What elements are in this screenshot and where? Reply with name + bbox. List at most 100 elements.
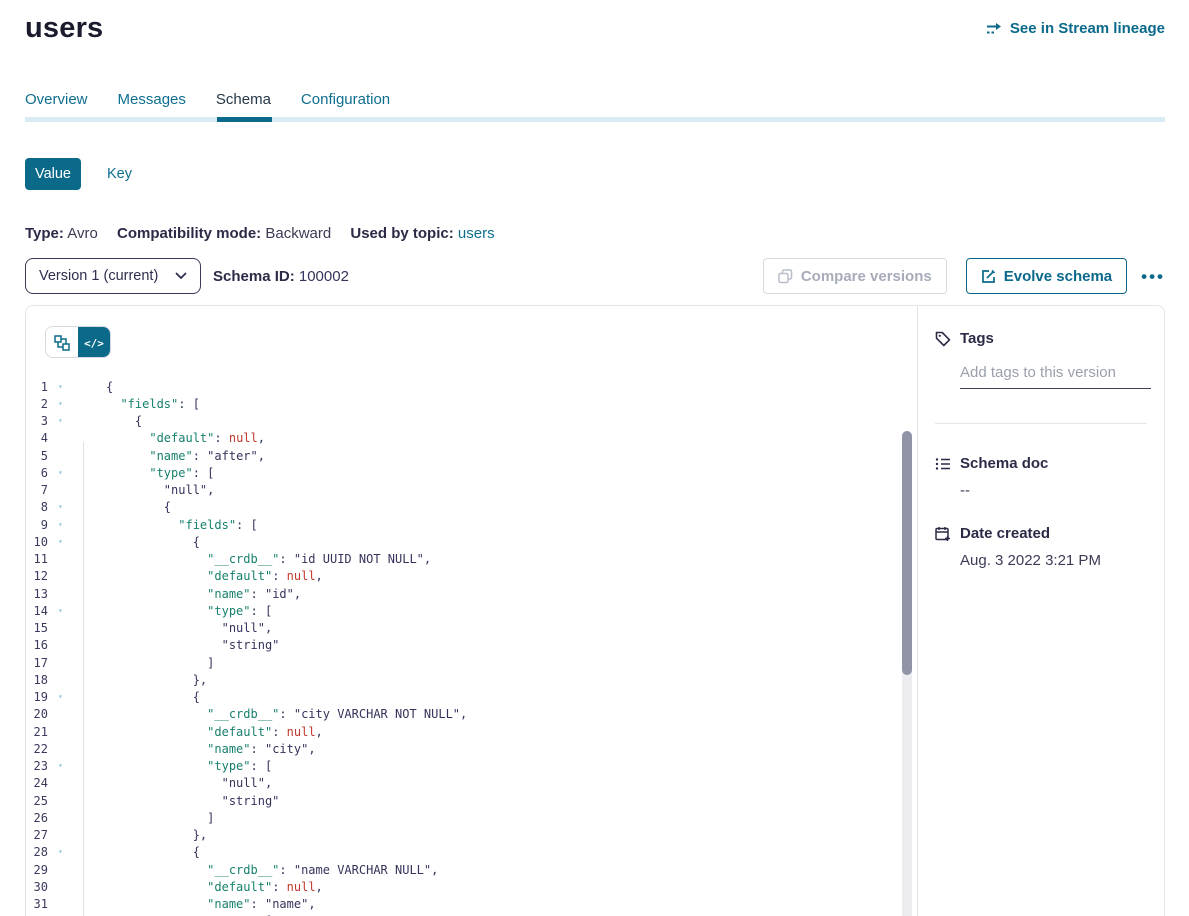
- value-tab-button[interactable]: Value: [25, 158, 81, 190]
- line-number: 26: [26, 811, 48, 825]
- code-line: 26 ]: [26, 809, 917, 826]
- tab-configuration[interactable]: Configuration: [301, 91, 390, 117]
- code-line: 17 ]: [26, 654, 917, 671]
- code-text: "null",: [83, 483, 214, 497]
- tab-messages[interactable]: Messages: [118, 91, 186, 117]
- code-line: 25 "string": [26, 792, 917, 809]
- used-by-topic-label: Used by topic:: [350, 225, 453, 242]
- topic-link[interactable]: users: [458, 225, 495, 242]
- line-number: 24: [26, 776, 48, 790]
- fold-toggle-icon[interactable]: ▾: [48, 521, 83, 529]
- list-icon: [935, 456, 951, 472]
- code-line: 1▾{: [26, 378, 917, 395]
- version-bar: Version 1 (current) Schema ID: 100002 Co…: [25, 258, 1165, 294]
- fold-toggle-icon[interactable]: ▾: [48, 762, 83, 770]
- code-line: 9▾ "fields": [: [26, 516, 917, 533]
- line-number: 4: [26, 431, 48, 445]
- tree-icon: [54, 335, 70, 351]
- code-text: "type": [: [83, 466, 214, 480]
- tab-bar: Overview Messages Schema Configuration: [25, 91, 1165, 117]
- schema-id-value: 100002: [299, 268, 349, 285]
- code-line: 28▾ {: [26, 844, 917, 861]
- tags-title: Tags: [960, 330, 994, 347]
- schema-meta-row: Type: Avro Compatibility mode: Backward …: [25, 225, 1165, 242]
- add-tags-input[interactable]: [960, 364, 1151, 389]
- line-number: 2: [26, 397, 48, 411]
- compare-icon: [778, 269, 793, 284]
- code-text: "__crdb__": "id UUID NOT NULL",: [83, 552, 431, 566]
- code-text: "fields": [: [83, 518, 258, 532]
- tab-overview[interactable]: Overview: [25, 91, 88, 117]
- version-select[interactable]: Version 1 (current): [25, 258, 201, 294]
- code-text: "null",: [83, 776, 272, 790]
- schema-id: Schema ID: 100002: [213, 268, 349, 285]
- code-text: "fields": [: [83, 397, 200, 411]
- code-line: 15 "null",: [26, 620, 917, 637]
- fold-toggle-icon[interactable]: ▾: [48, 538, 83, 546]
- tab-schema[interactable]: Schema: [216, 91, 271, 117]
- fold-toggle-icon[interactable]: ▾: [48, 383, 83, 391]
- fold-toggle-icon[interactable]: ▾: [48, 607, 83, 615]
- stream-lineage-link[interactable]: See in Stream lineage: [986, 20, 1165, 37]
- date-created-section-header: Date created: [935, 525, 1144, 542]
- code-icon: </>: [84, 337, 104, 350]
- scrollbar-thumb[interactable]: [902, 431, 912, 675]
- gutter-divider: [83, 442, 84, 916]
- line-number: 19: [26, 690, 48, 704]
- fold-toggle-icon[interactable]: ▾: [48, 400, 83, 408]
- code-view-button[interactable]: </>: [78, 327, 110, 358]
- value-key-toggle: Value Key: [25, 158, 1165, 190]
- sidebar-divider: [935, 423, 1147, 424]
- code-text: "name": "id",: [83, 587, 301, 601]
- evolve-schema-button[interactable]: Evolve schema: [966, 258, 1127, 294]
- code-text: "type": [: [83, 759, 272, 773]
- code-text: "string": [83, 638, 279, 652]
- compare-versions-button[interactable]: Compare versions: [763, 258, 947, 294]
- more-actions-button[interactable]: •••: [1141, 268, 1165, 285]
- code-text: ]: [83, 656, 214, 670]
- line-number: 1: [26, 380, 48, 394]
- line-number: 16: [26, 638, 48, 652]
- code-text: "name": "after",: [83, 449, 265, 463]
- tree-view-button[interactable]: [46, 327, 78, 358]
- schema-doc-value: --: [960, 482, 1144, 499]
- fold-toggle-icon[interactable]: ▾: [48, 693, 83, 701]
- line-number: 21: [26, 725, 48, 739]
- code-text: "default": null,: [83, 431, 265, 445]
- fold-toggle-icon[interactable]: ▾: [48, 469, 83, 477]
- fold-toggle-icon[interactable]: ▾: [48, 848, 83, 856]
- code-text: "__crdb__": "name VARCHAR NULL",: [83, 863, 438, 877]
- code-line: 27 },: [26, 827, 917, 844]
- code-text: {: [83, 845, 200, 859]
- code-line: 6▾ "type": [: [26, 464, 917, 481]
- schema-sidebar: Tags Schema doc --: [917, 306, 1164, 916]
- line-number: 22: [26, 742, 48, 756]
- fold-toggle-icon[interactable]: ▾: [48, 503, 83, 511]
- page-header: users See in Stream lineage: [25, 12, 1165, 45]
- stream-lineage-icon: [986, 22, 1003, 36]
- code-line: 29 "__crdb__": "name VARCHAR NULL",: [26, 861, 917, 878]
- tab-underline-track: [25, 117, 1165, 122]
- code-text: {: [83, 690, 200, 704]
- line-number: 9: [26, 518, 48, 532]
- code-text: "name": "city",: [83, 742, 316, 756]
- key-tab-button[interactable]: Key: [107, 166, 132, 182]
- code-line: 8▾ {: [26, 499, 917, 516]
- line-number: 17: [26, 656, 48, 670]
- compatibility-value: Backward: [265, 225, 331, 242]
- line-number: 29: [26, 863, 48, 877]
- schema-doc-section-header: Schema doc: [935, 455, 1144, 472]
- date-created-value: Aug. 3 2022 3:21 PM: [960, 552, 1144, 569]
- code-line: 5 "name": "after",: [26, 447, 917, 464]
- line-number: 5: [26, 449, 48, 463]
- scrollbar-track[interactable]: [902, 431, 912, 916]
- fold-toggle-icon[interactable]: ▾: [48, 417, 83, 425]
- code-line: 19▾ {: [26, 689, 917, 706]
- code-text: "default": null,: [83, 569, 323, 583]
- code-text: },: [83, 828, 207, 842]
- code-text: {: [83, 535, 200, 549]
- code-line: 22 "name": "city",: [26, 740, 917, 757]
- code-text: {: [83, 414, 142, 428]
- line-number: 6: [26, 466, 48, 480]
- schema-doc-title: Schema doc: [960, 455, 1048, 472]
